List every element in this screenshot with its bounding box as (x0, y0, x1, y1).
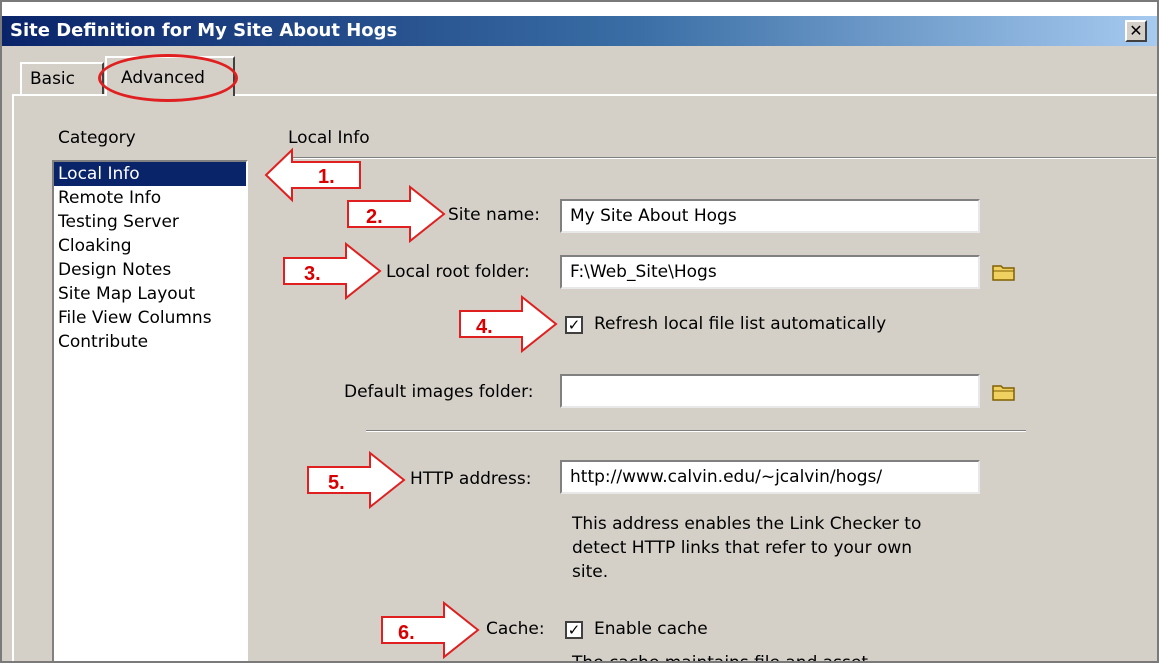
section-title: Local Info (288, 128, 370, 148)
http-address-label: HTTP address: (410, 469, 532, 489)
callout-label-5: 5. (328, 472, 345, 494)
refresh-checkbox[interactable]: ✓ (565, 316, 583, 334)
callout-arrow-2: 2. (347, 184, 446, 244)
callout-label-4: 4. (476, 316, 493, 338)
category-item-local-info[interactable]: Local Info (54, 162, 246, 186)
cache-help-line: The cache maintains file and asset (572, 653, 869, 663)
close-icon: ✕ (1129, 21, 1143, 40)
checkmark-icon: ✓ (567, 621, 581, 639)
window-title: Site Definition for My Site About Hogs (10, 20, 398, 41)
section-divider (288, 157, 1156, 159)
category-list[interactable]: Local Info Remote Info Testing Server Cl… (52, 160, 248, 661)
folder-icon[interactable] (992, 382, 1016, 402)
site-name-input[interactable]: My Site About Hogs (560, 199, 980, 233)
callout-arrow-6: 6. (381, 600, 480, 660)
category-item-file-view-columns[interactable]: File View Columns (54, 306, 246, 330)
advanced-tab-highlight-circle (98, 54, 238, 102)
http-address-input[interactable]: http://www.calvin.edu/~jcalvin/hogs/ (560, 460, 980, 494)
site-definition-dialog: Site Definition for My Site About Hogs ✕… (0, 0, 1159, 663)
enable-cache-label: Enable cache (594, 619, 708, 639)
callout-label-3: 3. (304, 263, 321, 285)
category-item-testing-server[interactable]: Testing Server (54, 210, 246, 234)
callout-arrow-3: 3. (283, 241, 382, 301)
callout-arrow-5: 5. (307, 450, 406, 510)
callout-label-1: 1. (318, 166, 335, 188)
callout-label-2: 2. (366, 206, 383, 228)
top-band (2, 2, 1157, 16)
callout-label-6: 6. (398, 622, 415, 644)
local-root-folder-label: Local root folder: (386, 262, 530, 282)
category-heading: Category (58, 128, 136, 148)
field-divider (366, 430, 1026, 432)
category-item-remote-info[interactable]: Remote Info (54, 186, 246, 210)
category-item-contribute[interactable]: Contribute (54, 330, 246, 354)
http-help-line-2: detect HTTP links that refer to your own (572, 538, 913, 558)
http-help-line-1: This address enables the Link Checker to (572, 514, 922, 534)
refresh-label: Refresh local file list automatically (594, 314, 887, 334)
folder-icon[interactable] (992, 262, 1016, 282)
local-root-folder-input[interactable]: F:\Web_Site\Hogs (560, 255, 980, 289)
enable-cache-checkbox[interactable]: ✓ (565, 621, 583, 639)
title-bar: Site Definition for My Site About Hogs (2, 16, 1157, 46)
tab-basic-label: Basic (30, 69, 76, 89)
close-button[interactable]: ✕ (1125, 20, 1147, 42)
http-help-line-3: site. (572, 562, 609, 582)
tab-basic[interactable]: Basic (20, 62, 104, 94)
cache-label: Cache: (486, 619, 545, 639)
category-item-cloaking[interactable]: Cloaking (54, 234, 246, 258)
category-item-site-map-layout[interactable]: Site Map Layout (54, 282, 246, 306)
category-item-design-notes[interactable]: Design Notes (54, 258, 246, 282)
default-images-folder-input[interactable] (560, 374, 980, 408)
checkmark-icon: ✓ (567, 316, 581, 334)
site-name-label: Site name: (448, 205, 540, 225)
callout-arrow-4: 4. (459, 294, 558, 354)
default-images-folder-label: Default images folder: (344, 382, 534, 402)
